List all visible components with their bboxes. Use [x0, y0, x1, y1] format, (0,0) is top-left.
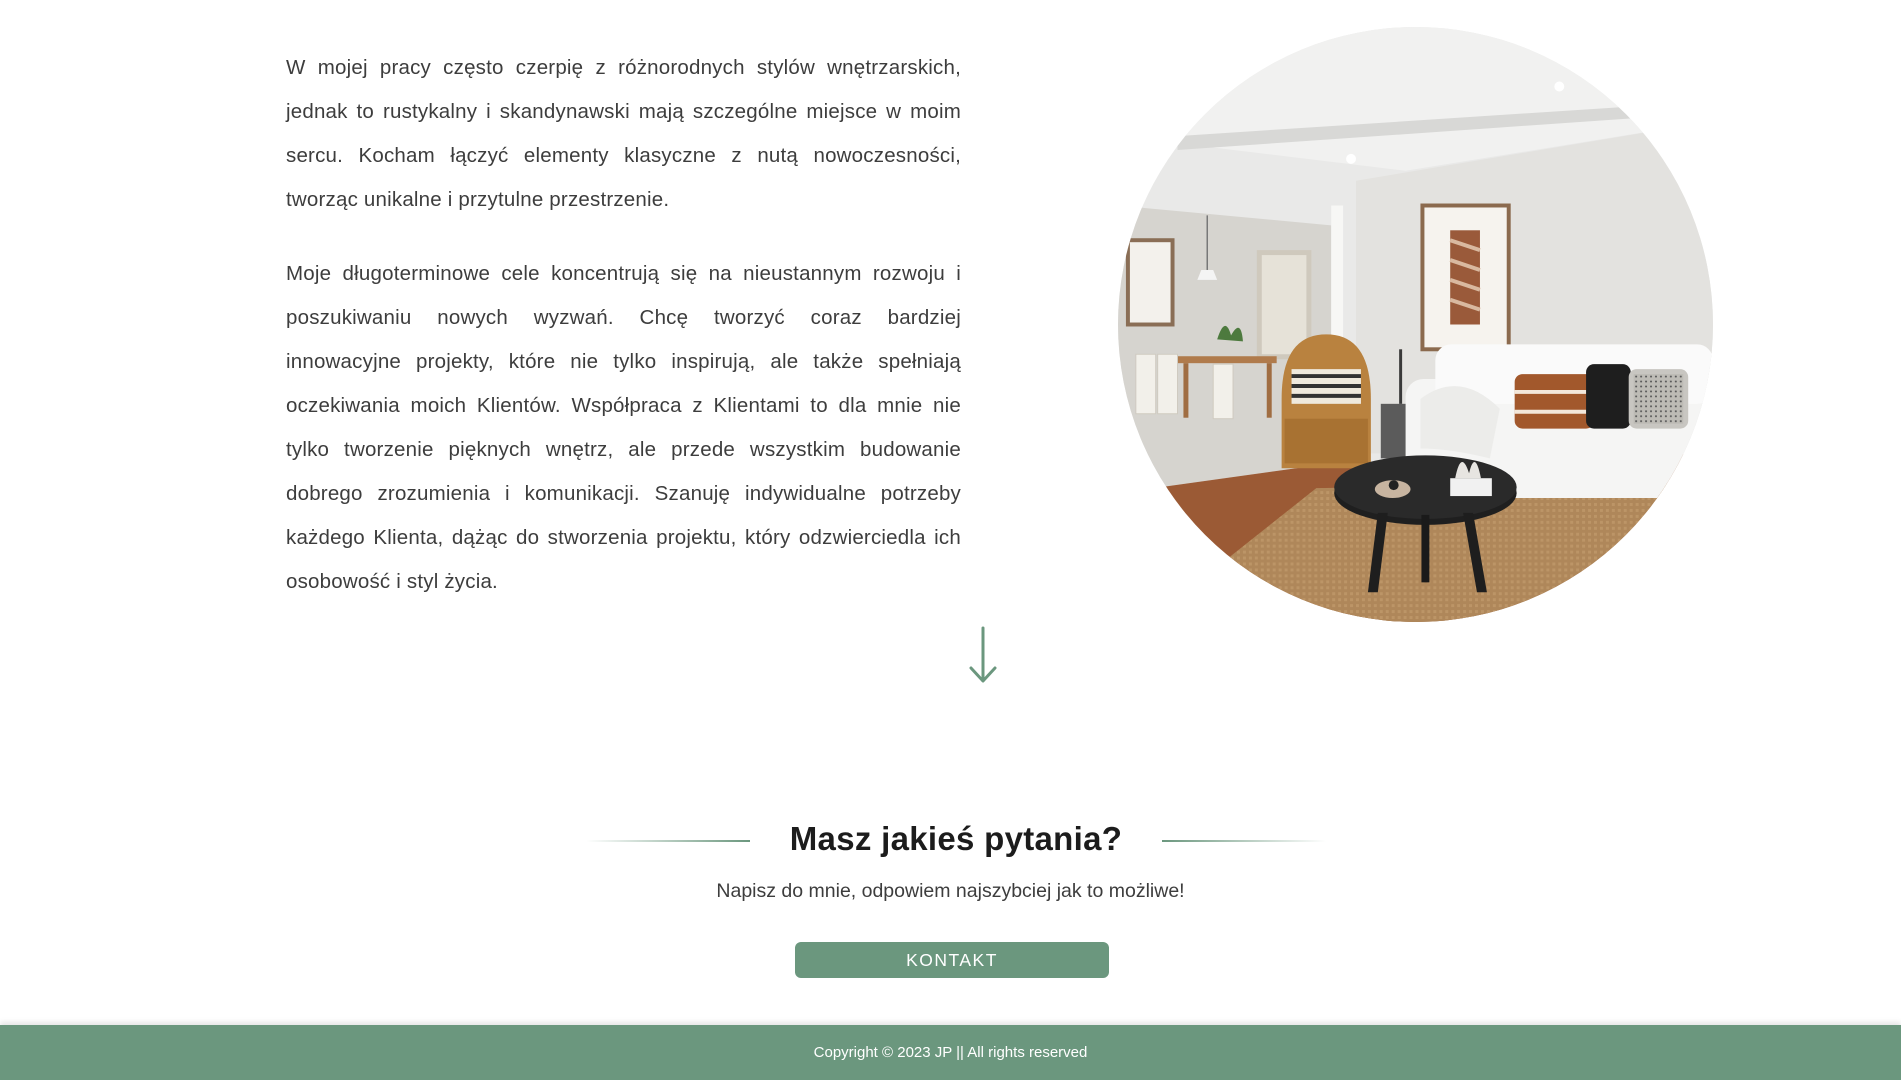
about-paragraph-2: Moje długoterminowe cele koncentrują się… [286, 262, 961, 593]
contact-heading-row: Masz jakieś pytania? [586, 810, 1326, 872]
about-paragraph-1: W mojej pracy często czerpię z różnorodn… [286, 56, 961, 211]
footer: Copyright © 2023 JP || All rights reserv… [0, 1025, 1901, 1080]
about-text-section: W mojej pracy często czerpię z różnorodn… [286, 46, 961, 604]
heading-divider-right [1162, 840, 1326, 842]
arrow-down-icon[interactable] [966, 626, 1000, 684]
contact-button[interactable]: KONTAKT [795, 942, 1109, 978]
footer-copyright: Copyright © 2023 JP || All rights reserv… [813, 1044, 1088, 1061]
interior-photo [1118, 27, 1713, 622]
contact-subheading: Napisz do mnie, odpowiem najszybciej jak… [716, 880, 1185, 902]
interior-photo-illustration [1118, 27, 1713, 622]
contact-heading: Masz jakieś pytania? [789, 820, 1123, 857]
